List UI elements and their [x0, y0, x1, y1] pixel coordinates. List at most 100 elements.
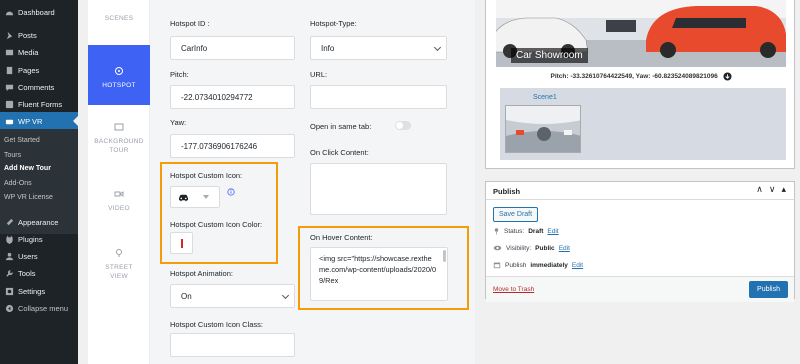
on-hover-textarea[interactable]: <img src="https://showcase.rextheme.com/…	[310, 247, 448, 301]
visibility-edit-link[interactable]: Edit	[559, 245, 570, 252]
form-icon	[4, 99, 14, 109]
pitch-input[interactable]: -22.0734010294772	[170, 85, 295, 109]
icon-class-input[interactable]	[170, 333, 295, 357]
save-draft-button[interactable]: Save Draft	[493, 207, 539, 222]
hotspot-type-label: Hotspot-Type:	[310, 19, 357, 28]
arrow-down-circle-icon[interactable]	[722, 72, 732, 81]
custom-icon-label: Hotspot Custom Icon:	[170, 171, 243, 180]
yaw-input[interactable]: -177.0736906176246	[170, 134, 295, 158]
divider	[486, 199, 794, 200]
visibility-row: Visibility: Public Edit	[493, 244, 570, 252]
collapse-menu-button[interactable]: Collapse menu	[0, 299, 78, 317]
menu-item-label: Media	[18, 47, 39, 57]
tab-label: SCENES	[104, 15, 134, 22]
menu-item-label: Tools	[18, 268, 36, 278]
video-icon	[114, 191, 124, 197]
menu-item-label: Settings	[18, 286, 46, 296]
panorama-preview[interactable]: Car Showroom	[496, 0, 786, 67]
status-value: Draft	[528, 227, 544, 235]
menu-item-users[interactable]: Users	[0, 247, 78, 265]
status-label: Status:	[504, 227, 525, 235]
brush-icon	[4, 217, 14, 227]
hotspot-id-input[interactable]: CarInfo	[170, 36, 295, 60]
publish-box: Publish ∧ ∨ ▴ Save Draft Status: Draft E…	[485, 181, 795, 302]
chevron-up-icon[interactable]: ∧	[756, 184, 763, 195]
publish-date-edit-link[interactable]: Edit	[572, 262, 583, 269]
tab-scenes[interactable]: SCENES	[88, 0, 150, 42]
target-icon	[115, 67, 123, 75]
editor-tabs: SCENES HOTSPOT BACKGROUND TOUR VIDEO STR…	[88, 0, 150, 364]
menu-item-plugins[interactable]: Plugins	[0, 230, 78, 248]
calendar-icon	[493, 262, 501, 269]
publish-button[interactable]: Publish	[749, 281, 788, 298]
hotspot-type-select[interactable]: Info	[310, 36, 447, 60]
image-icon	[114, 123, 124, 131]
submenu-add-ons[interactable]: Add-Ons	[4, 180, 32, 187]
dashboard-icon	[4, 7, 14, 17]
menu-item-media[interactable]: Media	[0, 43, 78, 61]
publish-label: Publish	[505, 261, 527, 269]
box-controls: ∧ ∨ ▴	[756, 184, 786, 195]
publish-actions: Move to Trash Publish	[486, 276, 794, 302]
preview-box: Car Showroom Pitch: -33.32610764422549, …	[485, 0, 795, 169]
menu-item-fluent-forms[interactable]: Fluent Forms	[0, 95, 78, 113]
menu-item-posts[interactable]: Posts	[0, 26, 78, 44]
submenu-get-started[interactable]: Get Started	[4, 137, 40, 144]
menu-item-pages[interactable]: Pages	[0, 61, 78, 79]
menu-item-label: Plugins	[18, 234, 43, 244]
chevron-down-icon	[281, 291, 290, 300]
chevron-down-icon[interactable]: ∨	[769, 184, 776, 195]
scene-name: Scene1	[533, 94, 557, 101]
scene-thumbnail-image	[506, 106, 580, 152]
menu-item-comments[interactable]: Comments	[0, 78, 78, 96]
pin-icon	[494, 228, 499, 235]
hotspot-form: Hotspot ID : CarInfo Pitch: -22.07340102…	[150, 0, 475, 364]
custom-icon-picker[interactable]	[170, 186, 220, 208]
on-click-textarea[interactable]	[310, 163, 447, 215]
icon-color-picker[interactable]	[170, 232, 193, 254]
animation-value: On	[181, 291, 192, 301]
menu-item-label: Collapse menu	[18, 303, 69, 313]
settings-icon	[4, 286, 14, 296]
menu-item-dashboard[interactable]: Dashboard	[0, 3, 78, 21]
menu-item-label: Pages	[18, 65, 40, 75]
scene-thumbnail[interactable]	[505, 105, 581, 153]
menu-item-wp-vr[interactable]: WP VR	[0, 112, 78, 130]
media-icon	[4, 47, 14, 57]
caret-up-icon[interactable]: ▴	[781, 184, 786, 195]
menu-item-appearance[interactable]: Appearance	[0, 213, 78, 231]
collapse-icon	[4, 303, 14, 313]
tab-label: VIDEO	[108, 205, 130, 212]
publish-date-row: Publish immediately Edit	[493, 261, 583, 269]
textarea-scrollbar[interactable]	[443, 250, 446, 262]
right-column: Car Showroom Pitch: -33.32610764422549, …	[478, 0, 800, 364]
submenu-license[interactable]: WP VR License	[4, 194, 53, 201]
open-same-tab-toggle[interactable]	[395, 121, 411, 130]
publish-value: immediately	[530, 261, 568, 269]
on-hover-value: <img src="https://showcase.rextheme.com/…	[319, 254, 437, 285]
menu-item-label: Appearance	[18, 217, 59, 227]
tab-background-tour[interactable]: BACKGROUND TOUR	[88, 122, 150, 167]
submenu-tours[interactable]: Tours	[4, 152, 21, 159]
vr-icon	[4, 116, 14, 126]
scene-list: Scene1	[500, 88, 786, 160]
tab-label: VIEW	[110, 273, 128, 280]
icon-class-label: Hotspot Custom Icon Class:	[170, 320, 263, 329]
plugin-icon	[4, 234, 14, 244]
animation-label: Hotspot Animation:	[170, 269, 233, 278]
tab-street-view[interactable]: STREET VIEW	[88, 248, 150, 288]
url-input[interactable]	[310, 85, 447, 109]
tab-hotspot[interactable]: HOTSPOT	[88, 45, 150, 105]
menu-item-settings[interactable]: Settings	[0, 282, 78, 300]
open-same-tab-label: Open in same tab:	[310, 122, 372, 131]
animation-select[interactable]: On	[170, 284, 295, 308]
wrench-icon	[4, 268, 14, 278]
tab-video[interactable]: VIDEO	[88, 189, 150, 219]
submenu-add-new-tour[interactable]: Add New Tour	[4, 165, 51, 172]
yaw-label: Yaw:	[170, 118, 187, 127]
status-edit-link[interactable]: Edit	[547, 228, 558, 235]
info-icon[interactable]	[227, 188, 235, 196]
menu-item-tools[interactable]: Tools	[0, 264, 78, 282]
move-to-trash-link[interactable]: Move to Trash	[493, 286, 534, 293]
menu-item-label: Comments	[18, 82, 55, 92]
